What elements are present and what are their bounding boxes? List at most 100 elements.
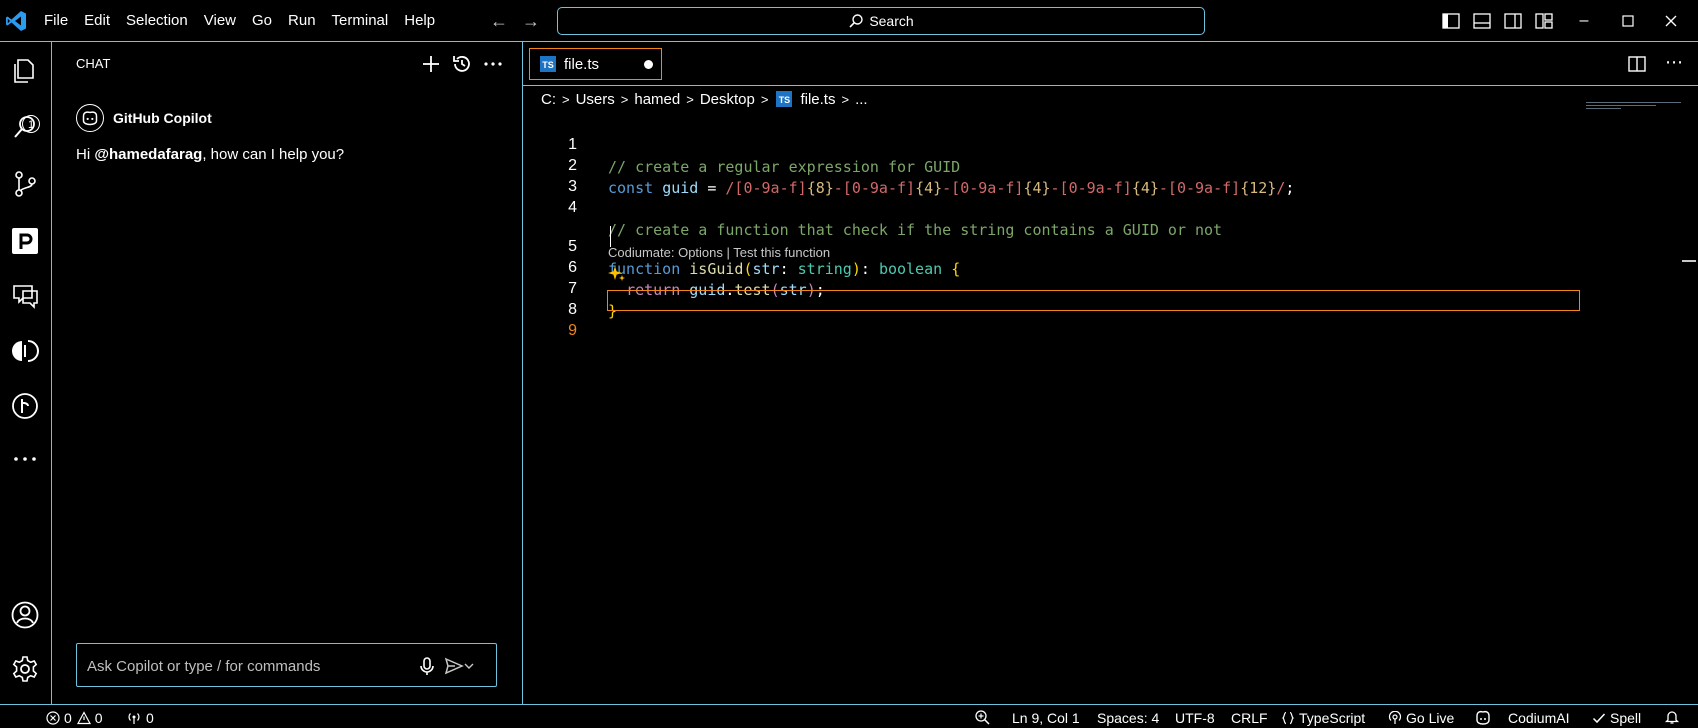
editor-more-actions-icon[interactable]: ⋯ (1663, 53, 1685, 75)
eol-status[interactable]: CRLF (1231, 709, 1268, 727)
toggle-secondary-sidebar-icon[interactable] (1502, 10, 1524, 32)
menu-selection[interactable]: Selection (118, 7, 196, 35)
breadcrumb-user[interactable]: hamed (634, 91, 680, 108)
menu-edit[interactable]: Edit (76, 7, 118, 35)
breadcrumb-file[interactable]: file.ts (800, 91, 835, 108)
language-mode[interactable]: TypeScript (1281, 709, 1365, 727)
remote-explorer-icon[interactable] (10, 281, 40, 311)
copilot-icon[interactable] (1474, 708, 1492, 726)
chat-panel: CHAT GitHub Copilot Hi @hamedafarag, how… (52, 42, 523, 704)
breadcrumb: C: > Users > hamed > Desktop > TS file.ts > .… (541, 88, 868, 110)
search-icon[interactable] (10, 112, 40, 142)
breadcrumb-separator-icon: > (620, 91, 629, 107)
code-line[interactable]: 5 function isGuid(str: string): boolean … (523, 214, 1583, 278)
spell-check-status[interactable]: Spell (1592, 709, 1641, 727)
activity-bar: 1 (0, 42, 52, 704)
indent-guide (610, 226, 611, 247)
indentation-status[interactable]: Spaces: 4 (1097, 709, 1159, 727)
ports-status[interactable]: 0 (126, 709, 154, 727)
vscode-logo-icon (6, 11, 26, 31)
git-graph-icon[interactable] (10, 391, 40, 421)
explorer-icon[interactable] (10, 56, 40, 86)
chat-input[interactable] (85, 654, 389, 678)
search-icon (849, 14, 864, 28)
codium-extension-icon[interactable] (10, 336, 40, 366)
warning-count: 0 (94, 710, 103, 726)
chevron-down-icon[interactable] (463, 655, 475, 677)
problems-status[interactable]: 0 0 (46, 709, 103, 727)
breadcrumb-symbols[interactable]: ... (855, 91, 868, 108)
command-center-search[interactable]: Search (557, 7, 1205, 35)
maximize-icon[interactable] (1617, 10, 1639, 32)
line-number: 9 (568, 322, 577, 339)
breadcrumb-drive[interactable]: C: (541, 91, 556, 108)
toggle-panel-icon[interactable] (1471, 10, 1493, 32)
zoom-icon[interactable] (974, 708, 990, 726)
split-editor-icon[interactable] (1626, 53, 1648, 75)
back-arrow-icon[interactable]: ← (488, 10, 510, 32)
ports-count: 0 (146, 710, 154, 726)
chat-more-actions-icon[interactable] (481, 52, 505, 76)
code-line[interactable]: 2 const guid = /[0-9a-f]{8}-[0-9a-f]{4}-… (523, 133, 1583, 197)
new-chat-plus-icon[interactable] (419, 52, 443, 76)
code-line[interactable]: 7 } (523, 256, 1583, 320)
scrollbar-position-marker[interactable] (1682, 260, 1696, 262)
warning-icon (76, 711, 91, 725)
menu-go[interactable]: Go (244, 7, 280, 35)
minimize-icon[interactable]: – (1573, 10, 1595, 32)
breadcrumb-users[interactable]: Users (576, 91, 615, 108)
menu-help[interactable]: Help (396, 7, 443, 35)
cursor-position[interactable]: Ln 9, Col 1 (1012, 709, 1080, 727)
search-label: Search (869, 13, 914, 29)
send-icon[interactable] (443, 655, 465, 677)
accounts-icon[interactable] (10, 600, 40, 630)
sparkle-icon[interactable] (607, 264, 627, 284)
error-icon (46, 711, 60, 725)
editor-tabs-bar: TS file.ts ⋯ (523, 42, 1698, 86)
settings-gear-icon[interactable] (10, 654, 40, 684)
braces-icon (1281, 711, 1295, 725)
microphone-icon[interactable] (416, 655, 438, 677)
code-line[interactable]: 6 return guid.test(str); (523, 235, 1583, 299)
breadcrumb-separator-icon: > (562, 91, 570, 107)
code-line[interactable]: 1 // create a regular expression for GUI… (523, 112, 1583, 176)
forward-arrow-icon[interactable]: → (520, 10, 542, 32)
notifications-bell-icon[interactable] (1664, 708, 1680, 726)
chat-history-icon[interactable] (450, 52, 474, 76)
current-line-highlight (607, 290, 1580, 311)
status-bar: 0 0 0 Ln 9, Col 1 Spaces: 4 UTF-8 CRLF T… (0, 704, 1698, 728)
more-views-icon[interactable] (10, 444, 40, 474)
language-label: TypeScript (1299, 710, 1366, 726)
encoding-status[interactable]: UTF-8 (1175, 709, 1215, 727)
go-live-button[interactable]: Go Live (1388, 709, 1454, 727)
menu-file[interactable]: File (36, 7, 76, 35)
code-line[interactable]: 4 // create a function that check if the… (523, 175, 1583, 239)
spell-label: Spell (1610, 710, 1642, 726)
menu-view[interactable]: View (196, 7, 244, 35)
toggle-primary-sidebar-icon[interactable] (1440, 10, 1462, 32)
menu-terminal[interactable]: Terminal (324, 7, 397, 35)
tab-file-ts[interactable]: TS file.ts (529, 48, 662, 80)
minimap[interactable] (1586, 102, 1696, 122)
source-control-icon[interactable] (10, 169, 40, 199)
unsaved-dot-icon[interactable] (644, 60, 653, 69)
title-bar: File Edit Selection View Go Run Terminal… (0, 0, 1698, 42)
copilot-name: GitHub Copilot (113, 110, 212, 126)
menu-run[interactable]: Run (280, 7, 324, 35)
code-line[interactable]: 3 (523, 154, 1583, 195)
menu-bar: File Edit Selection View Go Run Terminal… (36, 0, 443, 42)
copilot-avatar-icon (76, 104, 104, 132)
close-icon[interactable] (1660, 10, 1682, 32)
broadcast-icon (1388, 711, 1402, 724)
chat-panel-title: CHAT (76, 56, 111, 71)
codiumai-status[interactable]: CodiumAI (1508, 709, 1569, 727)
customize-layout-icon[interactable] (1533, 10, 1555, 32)
checkmark-icon (1592, 713, 1606, 724)
pieces-icon[interactable] (10, 226, 40, 256)
editor-area: TS file.ts ⋯ C: > Users > hamed > Desktop > … (523, 42, 1698, 704)
breadcrumb-separator-icon: > (841, 91, 850, 107)
greeting-username[interactable]: @hamedafarag (94, 146, 202, 163)
typescript-file-icon: TS (776, 91, 793, 107)
breadcrumb-desktop[interactable]: Desktop (700, 91, 755, 108)
chat-input-box[interactable] (76, 643, 497, 687)
